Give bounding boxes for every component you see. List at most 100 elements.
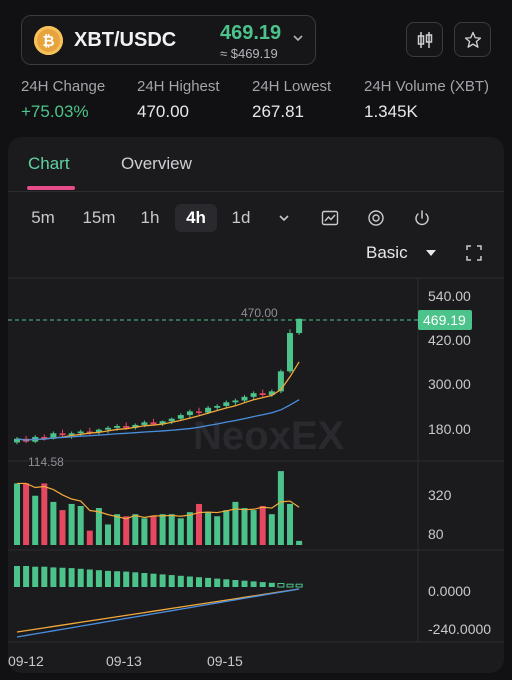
macd-bar <box>241 580 248 587</box>
volume-bar <box>268 514 275 545</box>
macd-bar <box>123 571 130 587</box>
low-marker: 114.58 <box>28 455 64 469</box>
macd-bars <box>14 566 303 638</box>
volume-bar <box>159 514 166 545</box>
macd-bar <box>223 579 230 587</box>
macd-bar <box>232 580 239 587</box>
stat-24h-change: 24H Change +75.03% <box>21 78 106 121</box>
time-tick: 09-15 <box>207 653 243 669</box>
volume-bar <box>177 518 184 545</box>
volume-bar <box>277 471 284 545</box>
volume-bar <box>86 530 93 545</box>
macd-bar <box>286 583 294 588</box>
macd-bar <box>150 573 157 587</box>
macd-bar <box>14 566 20 587</box>
pair-selector[interactable]: ₿ XBT/USDC 469.19 ≈ $469.19 <box>21 15 316 65</box>
volume-bar <box>296 540 303 545</box>
macd-bar <box>277 583 285 588</box>
candle-body <box>250 393 257 397</box>
macd-bar <box>23 566 30 587</box>
macd-bar <box>268 582 275 587</box>
price-usd: ≈ $469.19 <box>220 46 278 61</box>
macd-bar <box>177 575 184 587</box>
volume-bar <box>132 514 139 545</box>
macd-bar <box>105 570 111 587</box>
macd-bar <box>259 582 266 587</box>
volume-bar <box>168 514 175 545</box>
stats-row: 24H Change +75.03% 24H Highest 470.00 24… <box>0 70 490 130</box>
price-tick: 540.00 <box>428 288 471 304</box>
watermark: NeoxEX <box>193 414 344 458</box>
macd-bar <box>77 568 84 587</box>
macd-bar <box>214 578 221 587</box>
macd-tick: -240.0000 <box>428 621 491 637</box>
macd-tick: 0.0000 <box>428 583 471 599</box>
volume-bar <box>23 483 30 545</box>
macd-bar <box>159 574 166 587</box>
candlestick-button[interactable] <box>406 22 443 57</box>
candle-body <box>114 426 121 428</box>
macd-bar <box>114 571 121 587</box>
volume-bar <box>150 516 157 545</box>
volume-tick: 320 <box>428 487 452 503</box>
candle-body <box>168 418 175 422</box>
volume-bar <box>250 510 257 545</box>
macd-bar <box>59 567 66 587</box>
price-tick: 300.00 <box>428 376 471 392</box>
bitcoin-icon: ₿ <box>34 26 63 55</box>
price-chart[interactable]: NeoxEX 469.19 470.00 114.58 540.00 420.0… <box>8 137 504 673</box>
volume-bar <box>14 483 20 545</box>
candle-body <box>186 411 193 416</box>
volume-bar <box>141 518 148 545</box>
volume-bar <box>68 503 75 545</box>
macd-bar <box>295 583 303 588</box>
volume-bar <box>123 516 130 545</box>
macd-bar <box>50 567 57 587</box>
volume-bars <box>14 471 303 545</box>
candle-body <box>77 431 84 434</box>
candle-body <box>123 426 130 428</box>
candle-body <box>241 396 248 401</box>
candle-body <box>177 415 184 419</box>
macd-bar <box>68 568 75 587</box>
volume-bar <box>95 508 102 545</box>
macd-bar <box>95 570 102 587</box>
candle-body <box>196 411 202 413</box>
volume-bar <box>114 514 121 545</box>
candle-body <box>223 402 230 406</box>
volume-bar <box>287 503 293 545</box>
volume-bar <box>241 508 248 545</box>
pair-name: XBT/USDC <box>74 29 177 51</box>
macd-bar <box>86 569 93 587</box>
candle-body <box>105 427 111 430</box>
volume-bar <box>59 510 66 545</box>
volume-bar <box>50 501 57 545</box>
macd-bar <box>205 577 212 587</box>
candle-body <box>205 407 212 413</box>
volume-bar <box>32 495 39 545</box>
volume-tick: 80 <box>428 526 444 542</box>
candle-body <box>232 400 239 403</box>
candlestick-icon <box>417 31 432 48</box>
candle-body <box>259 393 266 396</box>
star-icon <box>464 31 481 48</box>
last-price: 469.19 <box>220 22 282 44</box>
volume-ma-line <box>17 482 300 520</box>
price-tick: 420.00 <box>428 332 471 348</box>
candle-body <box>296 318 303 334</box>
volume-bar <box>259 506 266 545</box>
macd-signal-line <box>16 588 300 633</box>
volume-bar <box>41 483 48 545</box>
volume-bar <box>105 524 111 545</box>
macd-bar <box>186 576 193 587</box>
stat-24h-volume: 24H Volume (XBT) 1.345K <box>364 78 490 121</box>
favorite-button[interactable] <box>454 22 491 57</box>
volume-bar <box>223 510 230 545</box>
candle-body <box>141 422 148 425</box>
macd-bar <box>196 577 202 587</box>
candle-body <box>287 333 293 372</box>
price-tick: 180.00 <box>428 421 471 437</box>
high-marker: 470.00 <box>241 306 278 320</box>
chart-panel: Chart Overview 5m 15m 1h 4h 1d Basic Neo… <box>8 137 504 673</box>
volume-bar <box>186 512 193 545</box>
